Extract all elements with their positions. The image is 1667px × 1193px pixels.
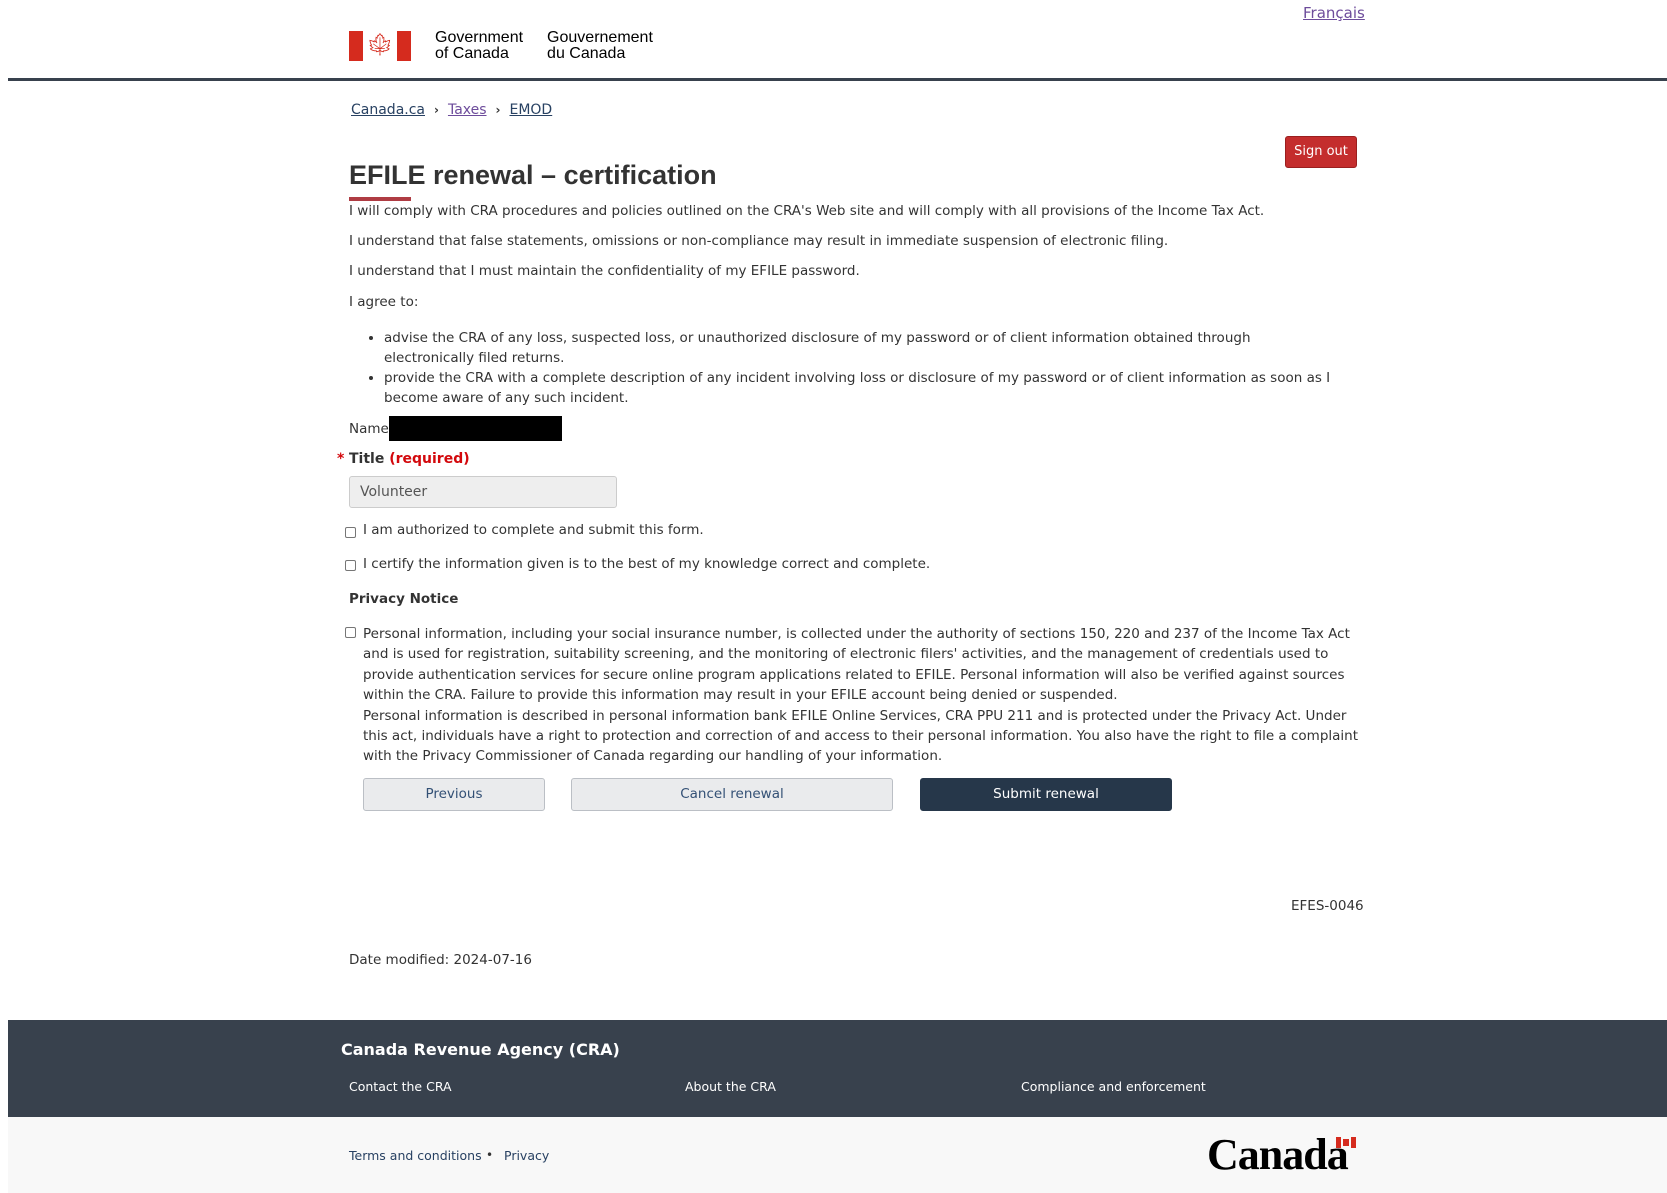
privacy-link[interactable]: Privacy	[504, 1148, 549, 1163]
date-modified: Date modified: 2024-07-16	[349, 952, 532, 968]
agreement-list: advise the CRA of any loss, suspected lo…	[368, 328, 1344, 408]
signature-french: Gouvernement du Canada	[547, 29, 653, 62]
certify-checkbox[interactable]	[345, 560, 356, 571]
footer-sub: Terms and conditions • Privacy Canada	[8, 1117, 1667, 1193]
false-statements-notice: I understand that false statements, omis…	[349, 233, 1169, 249]
page: Français 🍁︎ Government of Canada Gouvern…	[8, 0, 1667, 1193]
footer-separator: •	[486, 1148, 494, 1162]
breadcrumb-chevron-icon: ›	[434, 103, 439, 117]
required-marker: *	[337, 451, 345, 467]
authorized-checkbox-label[interactable]: I am authorized to complete and submit t…	[363, 522, 704, 538]
list-item: advise the CRA of any loss, suspected lo…	[384, 328, 1344, 368]
list-item: provide the CRA with a complete descript…	[384, 368, 1344, 408]
wordmark-flag-icon	[1336, 1137, 1356, 1148]
agree-intro: I agree to:	[349, 294, 419, 310]
cancel-renewal-button[interactable]: Cancel renewal	[571, 778, 893, 811]
page-title: EFILE renewal – certification	[349, 160, 717, 190]
privacy-notice-text[interactable]: Personal information, including your soc…	[363, 624, 1363, 767]
signature-english: Government of Canada	[435, 29, 524, 62]
certify-checkbox-label[interactable]: I certify the information given is to th…	[363, 556, 930, 572]
privacy-notice-heading: Privacy Notice	[349, 591, 459, 607]
breadcrumb-emod[interactable]: EMOD	[509, 102, 552, 118]
header-divider	[8, 78, 1667, 81]
title-input[interactable]	[349, 476, 617, 508]
page-identifier: EFES-0046	[1291, 898, 1364, 914]
breadcrumb: Canada.ca › Taxes › EMOD	[351, 102, 552, 118]
compliance-statement: I will comply with CRA procedures and po…	[349, 203, 1265, 219]
previous-button[interactable]: Previous	[363, 778, 545, 811]
name-label: Name	[349, 421, 389, 437]
government-signature[interactable]: 🍁︎ Government of Canada Gouvernement du …	[349, 30, 653, 62]
title-underline	[349, 197, 411, 201]
required-text: (required)	[389, 451, 470, 467]
footer-title: Canada Revenue Agency (CRA)	[341, 1040, 620, 1059]
breadcrumb-taxes[interactable]: Taxes	[448, 102, 487, 118]
privacy-paragraph: Personal information is described in per…	[363, 707, 1359, 765]
footer-link-compliance[interactable]: Compliance and enforcement	[1021, 1079, 1206, 1094]
breadcrumb-chevron-icon: ›	[495, 103, 501, 117]
name-redaction	[389, 416, 562, 441]
submit-renewal-button[interactable]: Submit renewal	[920, 778, 1172, 811]
title-label-text: Title	[349, 451, 385, 467]
breadcrumb-canada-ca[interactable]: Canada.ca	[351, 102, 425, 118]
privacy-checkbox[interactable]	[345, 627, 356, 638]
canada-wordmark: Canada	[1207, 1130, 1349, 1179]
confidentiality-statement: I understand that I must maintain the co…	[349, 263, 860, 279]
authorized-checkbox[interactable]	[345, 527, 356, 538]
footer-main: Canada Revenue Agency (CRA) Contact the …	[8, 1020, 1667, 1117]
footer-link-about[interactable]: About the CRA	[685, 1079, 776, 1094]
canada-flag-icon: 🍁︎	[349, 31, 411, 61]
sign-out-button[interactable]: Sign out	[1285, 136, 1357, 168]
footer-link-contact[interactable]: Contact the CRA	[349, 1079, 452, 1094]
privacy-paragraph: Personal information, including your soc…	[363, 626, 1350, 704]
language-toggle-link[interactable]: Français	[1303, 4, 1365, 22]
terms-link[interactable]: Terms and conditions	[349, 1148, 482, 1163]
title-label: Title (required)	[349, 451, 470, 467]
